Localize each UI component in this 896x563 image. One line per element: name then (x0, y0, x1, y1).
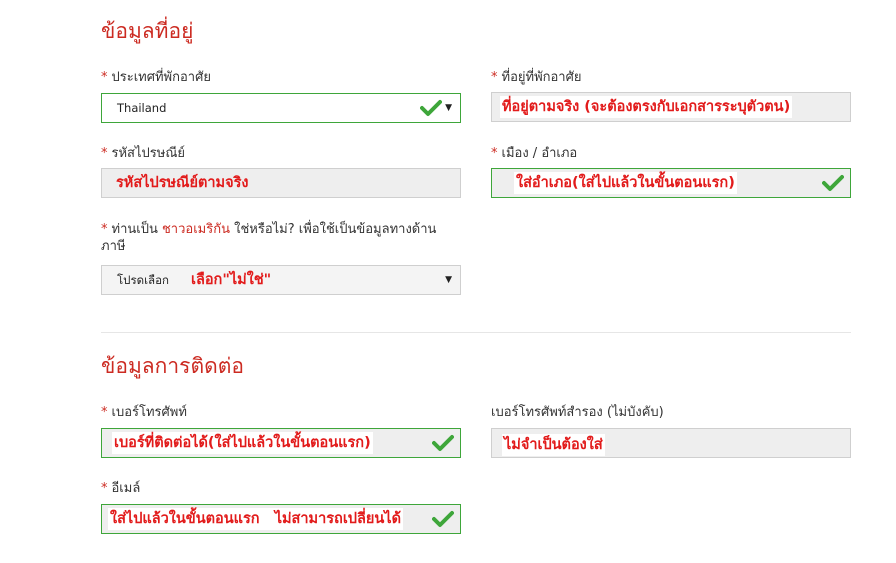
us-citizen-select[interactable]: โปรดเลือก เลือก"ไม่ใช่" ▼ (101, 265, 461, 295)
city-annotation: ใส่อำเภอ(ใส่ไปแล้วในขั้นตอนแรก) (514, 172, 737, 194)
address-label-text: ที่อยู่ที่พักอาศัย (501, 70, 582, 85)
email-label: * อีเมล์ (101, 480, 140, 497)
postal-code-label: * รหัสไปรษณีย์ (101, 145, 185, 162)
country-select-value: Thailand (117, 101, 167, 115)
country-select[interactable]: Thailand ▼ (101, 93, 461, 123)
city-label-text: เมือง / อำเภอ (501, 146, 578, 161)
postal-code-input[interactable]: รหัสไปรษณีย์ตามจริง (101, 168, 461, 198)
us-citizen-select-value: โปรดเลือก (117, 273, 169, 287)
checkmark-icon (432, 511, 454, 527)
email-input[interactable]: ใส่ไปแล้วในขั้นตอนแรก ไม่สามารถเปลี่ยนได… (101, 504, 461, 534)
required-marker: * (491, 70, 498, 85)
alt-phone-label: เบอร์โทรศัพท์สำรอง (ไม่บังคับ) (491, 405, 664, 420)
phone-label: * เบอร์โทรศัพท์ (101, 404, 187, 421)
phone-annotation: เบอร์ที่ติดต่อได้(ใส่ไปแล้วในขั้นตอนแรก) (112, 432, 373, 454)
caret-down-icon[interactable]: ▼ (445, 266, 452, 294)
country-label-text: ประเทศที่พักอาศัย (111, 70, 211, 85)
postal-code-annotation: รหัสไปรษณีย์ตามจริง (116, 175, 249, 191)
us-citizen-annotation: เลือก"ไม่ใช่" (191, 272, 272, 288)
address-label: * ที่อยู่ที่พักอาศัย (491, 69, 581, 86)
checkmark-icon (822, 175, 844, 191)
address-section-title: ข้อมูลที่อยู่ (101, 19, 194, 43)
address-input[interactable]: ที่อยู่ตามจริง (จะต้องตรงกับเอกสารระบุตั… (491, 92, 851, 122)
checkmark-icon (432, 435, 454, 451)
section-divider (101, 332, 851, 333)
postal-code-label-text: รหัสไปรษณีย์ (111, 146, 186, 161)
address-annotation: ที่อยู่ตามจริง (จะต้องตรงกับเอกสารระบุตั… (500, 96, 793, 118)
email-annotation: ใส่ไปแล้วในขั้นตอนแรก ไม่สามารถเปลี่ยนได… (108, 508, 403, 530)
required-marker: * (101, 481, 108, 496)
caret-down-icon[interactable]: ▼ (445, 94, 452, 122)
city-input[interactable]: ใส่อำเภอ(ใส่ไปแล้วในขั้นตอนแรก) (491, 168, 851, 198)
required-marker: * (101, 70, 108, 85)
phone-label-text: เบอร์โทรศัพท์ (111, 405, 187, 420)
required-marker: * (491, 146, 498, 161)
country-label: * ประเทศที่พักอาศัย (101, 69, 211, 86)
required-marker: * (101, 146, 108, 161)
us-citizen-link[interactable]: ชาวอเมริกัน (162, 222, 230, 237)
city-label: * เมือง / อำเภอ (491, 145, 577, 162)
email-label-text: อีเมล์ (111, 481, 141, 496)
us-citizen-label-prefix: ท่านเป็น (111, 222, 158, 237)
checkmark-icon (420, 100, 442, 116)
phone-input[interactable]: เบอร์ที่ติดต่อได้(ใส่ไปแล้วในขั้นตอนแรก) (101, 428, 461, 458)
required-marker: * (101, 405, 108, 420)
contact-section-title: ข้อมูลการติดต่อ (101, 354, 244, 378)
alt-phone-input[interactable]: ไม่จำเป็นต้องใส่ (491, 428, 851, 458)
required-marker: * (101, 222, 108, 237)
us-citizen-label: * ท่านเป็น ชาวอเมริกัน ใช่หรือไม่? เพื่อใ… (101, 221, 451, 255)
alt-phone-annotation: ไม่จำเป็นต้องใส่ (502, 434, 605, 456)
